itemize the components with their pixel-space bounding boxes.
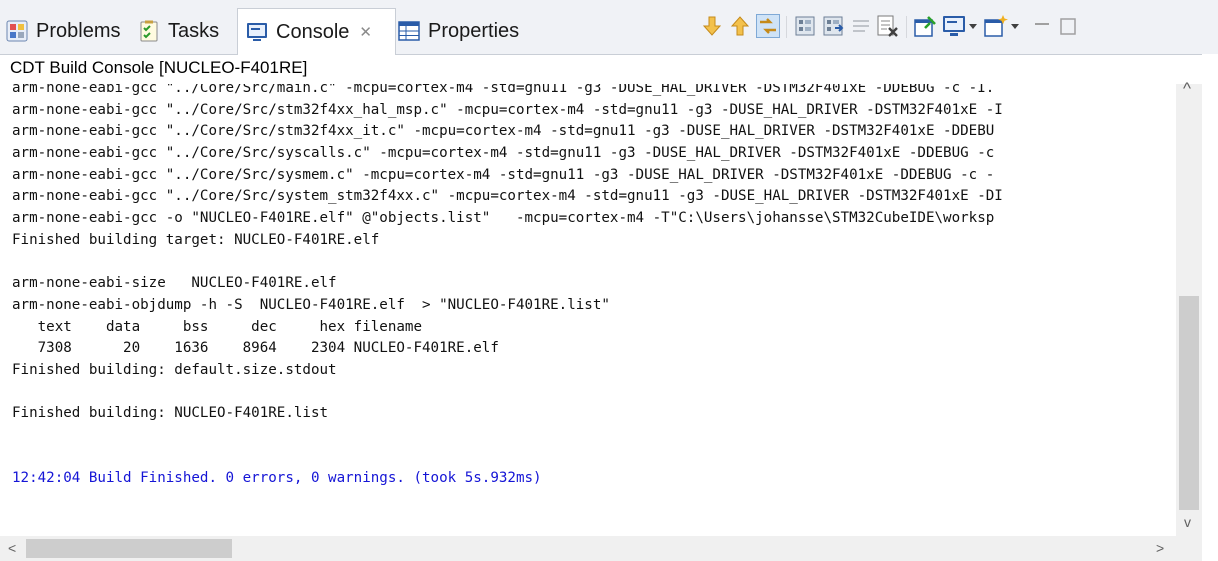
console-line: Finished building: NUCLEO-F401RE.list bbox=[12, 405, 329, 422]
build-status-line: 12:42:04 Build Finished. 0 errors, 0 war… bbox=[12, 470, 542, 487]
clear-console-icon[interactable] bbox=[876, 14, 900, 38]
console-line: Finished building target: NUCLEO-F401RE.… bbox=[12, 231, 380, 248]
console-line: arm-none-eabi-objdump -h -S NUCLEO-F401R… bbox=[12, 296, 610, 313]
chevron-down-icon[interactable] bbox=[968, 14, 978, 38]
vertical-scroll-thumb[interactable] bbox=[1179, 296, 1199, 510]
toolbar-separator bbox=[906, 16, 907, 38]
scroll-up-icon[interactable] bbox=[728, 14, 752, 38]
scroll-lock-icon[interactable] bbox=[756, 14, 780, 38]
close-icon[interactable]: ✕ bbox=[359, 23, 372, 41]
scroll-down-icon[interactable] bbox=[700, 14, 724, 38]
console-line: 7308 20 1636 8964 2304 NUCLEO-F401RE.elf bbox=[12, 340, 499, 357]
tab-properties[interactable]: Properties bbox=[398, 9, 519, 53]
console-line: arm-none-eabi-size NUCLEO-F401RE.elf bbox=[12, 275, 337, 292]
console-icon bbox=[247, 23, 267, 41]
console-line: arm-none-eabi-gcc "../Core/Src/main.c" -… bbox=[12, 84, 995, 96]
tab-console[interactable]: Console ✕ bbox=[237, 8, 396, 55]
console-line: arm-none-eabi-gcc "../Core/Src/stm32f4xx… bbox=[12, 101, 1003, 118]
console-lines: arm-none-eabi-gcc "../Core/Src/main.c" -… bbox=[12, 84, 1003, 490]
tab-tasks-label: Tasks bbox=[168, 19, 220, 42]
tab-problems-label: Problems bbox=[36, 19, 121, 42]
console-line: arm-none-eabi-gcc "../Core/Src/system_st… bbox=[12, 188, 1003, 205]
tab-properties-label: Properties bbox=[428, 19, 520, 42]
horizontal-scrollbar[interactable]: < > bbox=[0, 536, 1176, 561]
view-tab-bar: Problems Tasks Console ✕ Properties bbox=[0, 0, 1218, 55]
view-right-edge bbox=[1202, 54, 1218, 561]
minimize-icon[interactable] bbox=[1030, 14, 1054, 38]
console-line: Finished building: default.size.stdout bbox=[12, 361, 337, 378]
horizontal-scroll-thumb[interactable] bbox=[26, 539, 232, 558]
tab-problems[interactable]: Problems bbox=[6, 9, 120, 53]
console-line: text data bss dec hex filename bbox=[12, 318, 422, 335]
chevron-down-icon[interactable] bbox=[1010, 14, 1020, 38]
copy-build-log-icon[interactable] bbox=[794, 14, 818, 38]
toolbar-separator bbox=[786, 16, 787, 38]
tab-console-label: Console bbox=[276, 20, 350, 43]
open-build-log-icon[interactable] bbox=[822, 14, 846, 38]
tab-tasks[interactable]: Tasks bbox=[138, 9, 219, 53]
console-output[interactable]: arm-none-eabi-gcc "../Core/Src/main.c" -… bbox=[0, 84, 1176, 534]
scroll-right-arrow[interactable]: > bbox=[1156, 541, 1164, 555]
maximize-icon[interactable] bbox=[1056, 14, 1080, 38]
vertical-scrollbar[interactable]: ^ v bbox=[1176, 80, 1202, 536]
tasks-icon bbox=[140, 20, 158, 42]
word-wrap-icon[interactable] bbox=[850, 14, 874, 38]
scroll-left-arrow[interactable]: < bbox=[8, 541, 16, 555]
console-line: arm-none-eabi-gcc -o "NUCLEO-F401RE.elf"… bbox=[12, 210, 995, 227]
display-console-icon[interactable] bbox=[942, 14, 966, 38]
properties-icon bbox=[398, 21, 420, 41]
console-line: arm-none-eabi-gcc "../Core/Src/stm32f4xx… bbox=[12, 123, 995, 140]
console-line: arm-none-eabi-gcc "../Core/Src/sysmem.c"… bbox=[12, 166, 995, 183]
console-line: arm-none-eabi-gcc "../Core/Src/syscalls.… bbox=[12, 145, 995, 162]
open-console-icon[interactable] bbox=[984, 14, 1008, 38]
scrollbar-corner bbox=[1176, 536, 1202, 561]
scroll-down-arrow[interactable]: v bbox=[1184, 515, 1191, 529]
problems-icon bbox=[6, 20, 28, 42]
scroll-up-arrow[interactable]: ^ bbox=[1183, 80, 1191, 97]
pin-console-icon[interactable] bbox=[914, 14, 938, 38]
console-view-toolbar bbox=[700, 14, 1200, 40]
console-title: CDT Build Console [NUCLEO-F401RE] bbox=[10, 58, 308, 77]
